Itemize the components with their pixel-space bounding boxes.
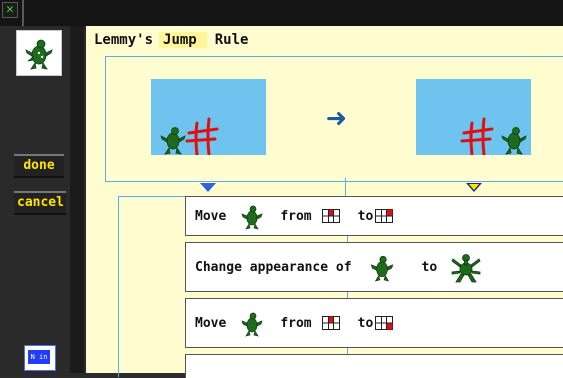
action-from-label: from <box>280 315 312 331</box>
close-button[interactable]: ✕ <box>2 2 18 18</box>
grid-to-icon <box>375 209 394 223</box>
jumping-creature-icon <box>437 250 495 284</box>
action-row-move-1[interactable]: Move from to <box>185 196 563 236</box>
blue-marker-icon <box>200 183 216 192</box>
creature-icon <box>160 127 186 155</box>
arrow-right-icon: ➜ <box>326 99 347 139</box>
creature-icon <box>501 127 527 155</box>
mini-tile-label: N in <box>28 350 50 364</box>
mini-tile[interactable]: N in <box>24 345 56 371</box>
red-fence-icon <box>460 117 494 155</box>
action-row-change-appearance[interactable]: Change appearance of to <box>185 242 563 292</box>
after-scene[interactable] <box>416 79 531 155</box>
action-from-label: from <box>280 208 312 224</box>
yellow-marker-icon <box>466 183 482 192</box>
action-to-label: to <box>421 259 438 275</box>
cancel-button[interactable]: cancel <box>14 191 66 215</box>
before-scene[interactable] <box>151 79 266 155</box>
action-verb: Move <box>195 208 227 224</box>
action-row-move-2[interactable]: Move from to <box>185 298 563 348</box>
action-verb: Move <box>195 315 227 331</box>
sidebar-edge <box>70 26 84 373</box>
action-to-label: to <box>357 208 374 224</box>
rule-kind: Rule <box>214 32 249 48</box>
action-verb: Change appearance of <box>195 259 352 275</box>
done-button[interactable]: done <box>14 154 64 178</box>
creature-icon <box>226 202 278 230</box>
lemmy-creature-icon <box>25 39 53 70</box>
creature-tile[interactable] <box>16 30 62 76</box>
grid-from-icon <box>321 209 340 223</box>
rule-title: Lemmy's Jump Rule <box>94 32 248 48</box>
grid-to-icon <box>375 316 394 330</box>
creature-icon <box>352 252 412 282</box>
title-divider <box>22 0 24 26</box>
action-row-empty[interactable] <box>185 354 563 378</box>
creature-icon <box>226 309 278 337</box>
action-to-label: to <box>357 315 374 331</box>
rule-owner: Lemmy's <box>94 32 154 48</box>
red-fence-icon <box>185 117 219 155</box>
grid-from-icon <box>321 316 340 330</box>
title-bar: ✕ <box>0 0 563 26</box>
rule-action-name-field[interactable]: Jump <box>159 32 207 48</box>
close-icon: ✕ <box>6 2 14 17</box>
